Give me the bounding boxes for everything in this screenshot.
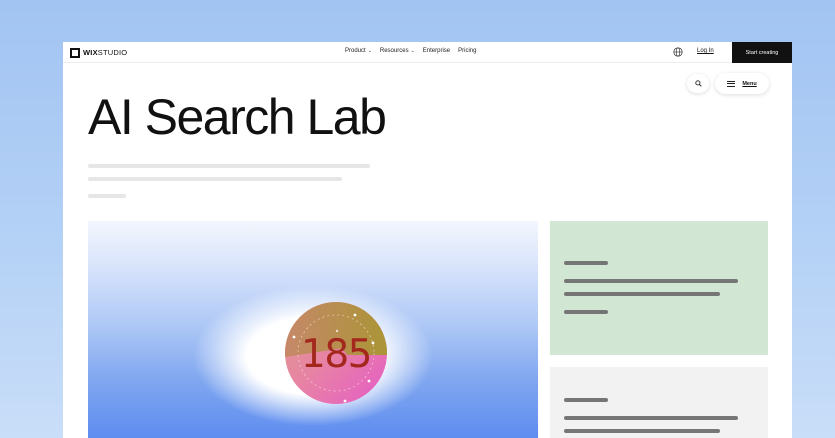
skeleton-text-line (88, 194, 126, 198)
logo-wordmark: WIXSTUDIO (83, 48, 128, 57)
page-frame: WIXSTUDIO Product ⌄ Resources ⌄ Enterpri… (63, 42, 792, 438)
skeleton-text-line (564, 398, 608, 402)
skeleton-text-line (564, 429, 720, 433)
nav-item-label: Resources (379, 48, 409, 54)
search-count: 185 (301, 332, 371, 377)
page-title: AI Search Lab (88, 89, 387, 145)
nav-item-product[interactable]: Product ⌄ (345, 48, 372, 54)
skeleton-text-line (564, 292, 720, 296)
top-navigation-bar: WIXSTUDIO Product ⌄ Resources ⌄ Enterpri… (63, 42, 792, 63)
search-icon (694, 80, 702, 87)
main-nav: Product ⌄ Resources ⌄ Enterprise Pricing (345, 48, 476, 54)
nav-item-label: Pricing (458, 48, 477, 54)
nav-item-resources[interactable]: Resources ⌄ (380, 48, 415, 54)
search-counter-dial: 185 (285, 302, 387, 404)
start-creating-button[interactable]: Start creating (732, 42, 792, 63)
search-button[interactable] (687, 74, 709, 93)
chevron-down-icon: ⌄ (410, 48, 415, 54)
hero-visual: 185 (88, 221, 538, 438)
hamburger-icon (727, 80, 736, 87)
skeleton-text-line (564, 310, 608, 314)
nav-item-pricing[interactable]: Pricing (458, 48, 476, 54)
nav-item-label: Enterprise (422, 48, 451, 54)
menu-button[interactable]: Menu (715, 73, 769, 94)
globe-icon[interactable] (673, 47, 683, 57)
skeleton-text-line (564, 261, 608, 265)
info-card[interactable] (550, 367, 768, 438)
menu-label: Menu (742, 80, 757, 87)
chevron-down-icon: ⌄ (367, 48, 372, 54)
wix-logo-icon (70, 47, 80, 58)
skeleton-text-line (88, 177, 342, 181)
login-link[interactable]: Log In (697, 48, 714, 54)
info-card[interactable] (550, 221, 768, 355)
nav-item-label: Product (345, 48, 366, 54)
nav-item-enterprise[interactable]: Enterprise (423, 48, 450, 54)
skeleton-text-line (564, 416, 738, 420)
skeleton-text-line (564, 279, 738, 283)
wix-studio-logo[interactable]: WIXSTUDIO (70, 47, 127, 58)
skeleton-text-line (88, 164, 370, 168)
